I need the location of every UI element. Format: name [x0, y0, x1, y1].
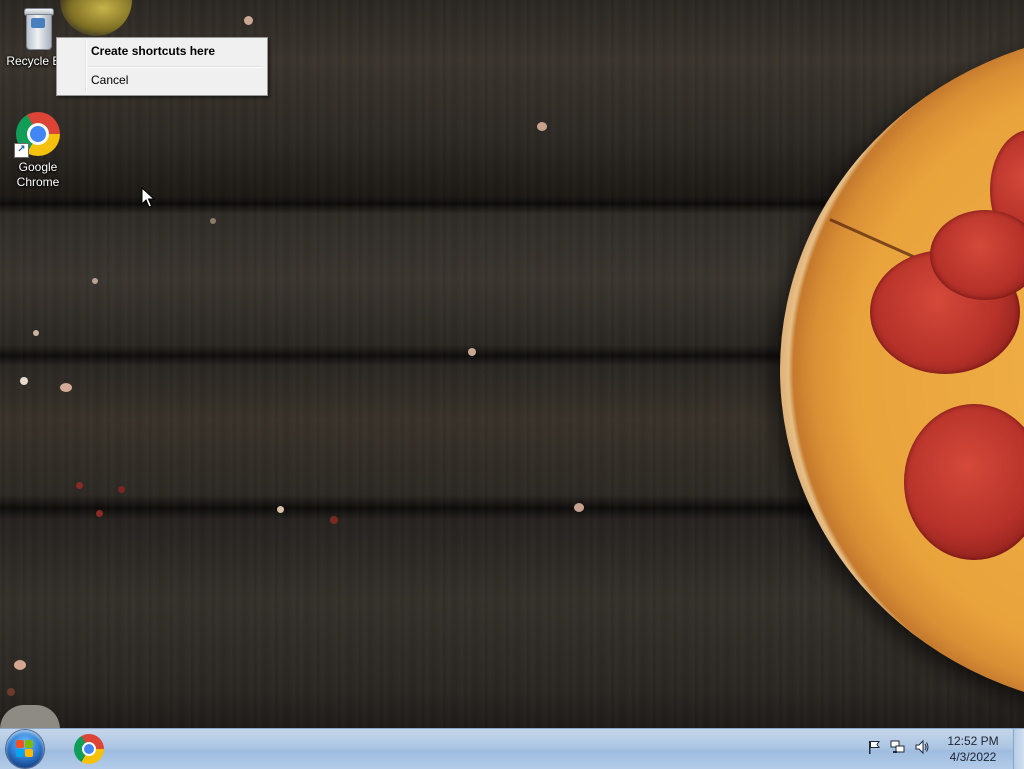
taskbar-button-google-chrome[interactable]: [64, 730, 114, 768]
desktop-icon-label: Google Chrome: [16, 160, 60, 189]
wallpaper-pizza: [780, 30, 1024, 710]
wallpaper-crumb: [277, 506, 284, 513]
desktop-wallpaper: [0, 0, 1024, 728]
wallpaper-crumb: [118, 486, 125, 493]
wallpaper-crumb: [574, 503, 584, 512]
wallpaper-crumb: [468, 348, 476, 356]
chrome-icon: [74, 734, 104, 764]
wallpaper-crumb: [60, 383, 72, 392]
wallpaper-crumb: [330, 516, 338, 524]
wallpaper-crumb: [7, 688, 15, 696]
wallpaper-crumb: [244, 16, 253, 25]
recycle-bin-icon: [22, 6, 54, 50]
clock-date: 4/3/2022: [949, 750, 997, 764]
mouse-pointer-icon: [141, 187, 155, 208]
wallpaper-crumb: [14, 660, 26, 670]
wallpaper-crumb: [92, 278, 98, 284]
wallpaper-crumb: [76, 482, 83, 489]
wallpaper-crumb: [96, 510, 103, 517]
taskbar: 12:52 PM 4/3/2022: [0, 728, 1024, 769]
start-button[interactable]: [6, 730, 44, 768]
windows-start-icon: [16, 740, 34, 758]
wallpaper-crumb: [210, 218, 216, 224]
wallpaper-bowl: [0, 705, 60, 728]
menu-item-create-shortcuts-here[interactable]: Create shortcuts here: [59, 40, 265, 62]
volume-icon[interactable]: [914, 739, 930, 755]
chrome-icon: ↗: [14, 112, 60, 158]
context-menu-separator: [88, 66, 263, 68]
wallpaper-crumb: [20, 377, 28, 385]
clock-time: 12:52 PM: [947, 734, 999, 748]
context-menu: Create shortcuts here Cancel: [56, 37, 268, 96]
wallpaper-crumb: [33, 330, 39, 336]
taskbar-clock[interactable]: 12:52 PM 4/3/2022: [936, 733, 1010, 765]
action-center-flag-icon[interactable]: [866, 739, 882, 755]
network-icon[interactable]: [890, 739, 906, 755]
shortcut-arrow-icon: ↗: [14, 143, 29, 158]
menu-item-cancel[interactable]: Cancel: [59, 69, 265, 91]
desktop-icon-google-chrome[interactable]: ↗ Google Chrome: [0, 112, 76, 190]
wallpaper-crumb: [537, 122, 547, 131]
show-desktop-button[interactable]: [1013, 729, 1024, 769]
